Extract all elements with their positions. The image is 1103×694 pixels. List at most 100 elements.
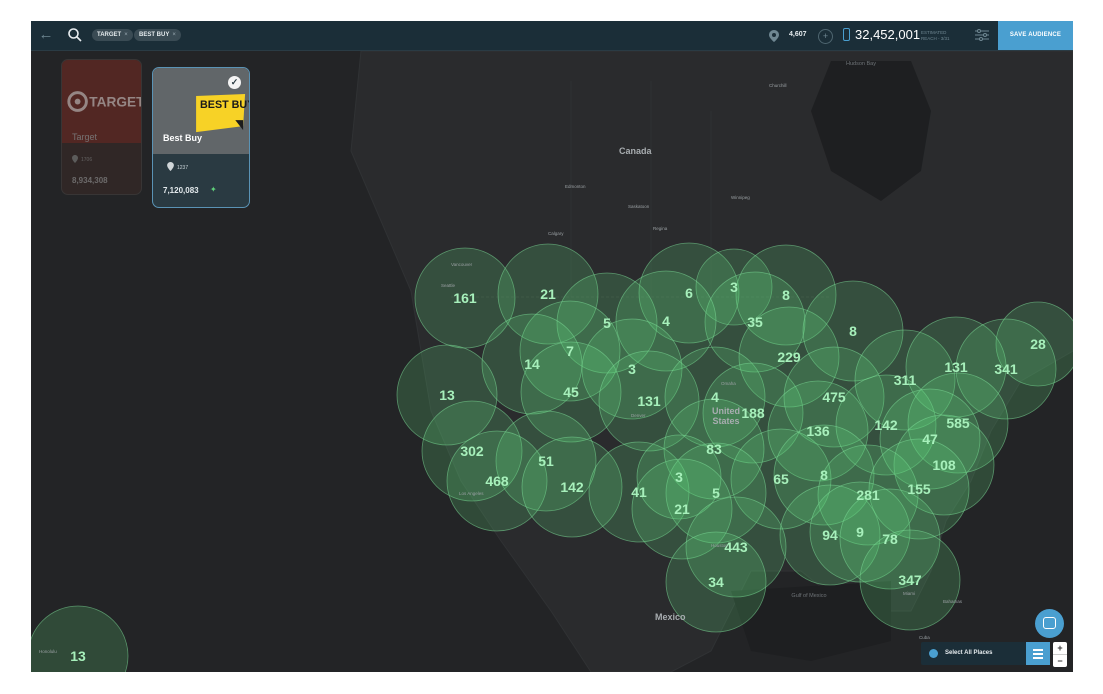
phone-icon [843, 28, 850, 41]
cluster-count: 142 [874, 417, 898, 433]
cluster-count: 41 [631, 484, 647, 500]
cluster-count: 13 [439, 387, 455, 403]
label-winnipeg: Winnipeg [731, 195, 750, 200]
cluster-count: 585 [946, 415, 970, 431]
chip-label: BEST BUY [139, 32, 170, 38]
target-logo-image: TARGET [62, 60, 141, 144]
places-count: 4,607 [789, 31, 807, 38]
back-arrow-icon[interactable]: ← [37, 27, 55, 45]
add-circle-icon[interactable]: + [818, 29, 833, 44]
estimated-reach-value: 32,452,001 [855, 27, 921, 42]
filter-chip-best-buy[interactable]: BEST BUY × [134, 29, 181, 41]
cluster-count: 9 [856, 524, 864, 540]
cluster-count: 6 [685, 285, 693, 301]
chip-remove-icon[interactable]: × [124, 32, 128, 38]
cluster-count: 3 [675, 469, 683, 485]
cluster-count: 45 [563, 384, 579, 400]
brand-card-target[interactable]: TARGET Target 1706 8,934,308 [61, 59, 142, 195]
cluster-count: 475 [822, 389, 846, 405]
zoom-out-button[interactable]: − [1053, 655, 1067, 667]
cluster-count: 21 [674, 501, 690, 517]
cluster-count: 5 [712, 485, 720, 501]
sparkle-icon: ✦ [210, 185, 217, 194]
brand-card-name: Best Buy [163, 133, 203, 143]
brand-card-name: Target [72, 132, 98, 142]
best-buy-logo-text: BEST BUY [200, 99, 249, 111]
label-regina: Regina [653, 226, 668, 231]
label-canada: Canada [619, 146, 652, 156]
cluster-count: 468 [485, 473, 509, 489]
cluster-count: 13 [70, 648, 86, 664]
cluster-count: 302 [460, 443, 484, 459]
zoom-control: + − [1053, 642, 1067, 667]
label-bahamas: Bahamas [943, 599, 963, 604]
list-view-button[interactable] [1026, 642, 1050, 665]
app-frame: 161 21 6 3 8 5 35 4 7 14 3 229 8 28 13 45 131 4 188 475 311 1… [31, 21, 1073, 672]
cluster-count: 14 [524, 356, 540, 372]
cluster-count: 4 [662, 313, 670, 329]
label-miami: Miami [903, 591, 915, 596]
sliders-icon[interactable] [975, 29, 989, 41]
cluster-count: 51 [538, 453, 554, 469]
cluster-count: 108 [932, 457, 956, 473]
cluster-count: 4 [711, 389, 719, 405]
cluster-count: 131 [944, 359, 968, 375]
select-all-label: Select All Places [945, 650, 993, 656]
cluster-count: 94 [822, 527, 838, 543]
cluster-count: 78 [882, 531, 898, 547]
cluster-count: 8 [820, 467, 828, 483]
brand-card-best-buy[interactable]: BEST BUY ✓ Best Buy 1237 7,120,083 ✦ [152, 67, 250, 208]
filter-chip-target[interactable]: TARGET × [92, 29, 133, 41]
label-houston: Houston [711, 543, 728, 548]
save-audience-button[interactable]: SAVE AUDIENCE [998, 21, 1073, 50]
label-denver: Denver [631, 413, 646, 418]
chat-button[interactable] [1035, 609, 1064, 638]
cluster-count: 8 [849, 323, 857, 339]
estimated-reach-label: ESTIMATED REACH - 3/31 [921, 30, 950, 41]
label-calgary: Calgary [548, 231, 564, 236]
cluster-count: 65 [773, 471, 789, 487]
cluster-count: 3 [628, 361, 636, 377]
selected-check-icon[interactable]: ✓ [228, 76, 241, 89]
cluster-count: 155 [907, 481, 931, 497]
toggle-dot [929, 649, 938, 658]
chip-label: TARGET [97, 32, 122, 38]
chat-icon [1043, 617, 1056, 629]
cluster-count: 229 [777, 349, 801, 365]
cluster-count: 28 [1030, 336, 1046, 352]
cluster-count: 34 [708, 574, 724, 590]
label-hudson-bay: Hudson Bay [846, 61, 876, 67]
place-pin-icon [72, 155, 78, 163]
place-pin-icon [167, 162, 174, 171]
label-mexico: Mexico [655, 612, 686, 622]
chip-remove-icon[interactable]: × [172, 32, 176, 38]
label-gulf-of-mexico: Gulf of Mexico [791, 593, 827, 599]
list-icon [1033, 649, 1043, 659]
cluster-count: 83 [706, 441, 722, 457]
top-bar: ← TARGET × BEST BUY × 4,607 + 32,452,001 E… [31, 21, 1073, 51]
brand-card-places: 1237 [177, 165, 189, 171]
brand-card-places: 1706 [81, 157, 93, 163]
target-logo-text: TARGET [89, 94, 141, 109]
label-united-states: United States [712, 406, 740, 426]
cluster-count: 311 [894, 372, 917, 388]
cluster-count: 136 [806, 423, 830, 439]
brand-card-reach: 8,934,308 [72, 176, 108, 185]
label-seattle: Seattle [441, 283, 456, 288]
search-icon[interactable] [67, 27, 83, 43]
cluster-count: 161 [453, 290, 477, 306]
cluster-count: 35 [747, 314, 763, 330]
cluster-count: 341 [994, 361, 1018, 377]
label-vancouver: Vancouver [451, 262, 473, 267]
select-all-places-toggle[interactable]: Select All Places [921, 642, 1026, 665]
cluster-count: 3 [730, 279, 738, 295]
location-pin-icon [769, 30, 779, 42]
label-honolulu: Honolulu [39, 649, 57, 654]
zoom-in-button[interactable]: + [1053, 642, 1067, 654]
label-saskatoon: Saskatoon [628, 204, 650, 209]
cluster-count: 5 [603, 315, 611, 331]
label-omaha: Omaha [721, 381, 736, 386]
brand-card-reach: 7,120,083 [163, 186, 199, 195]
cluster-count: 8 [782, 287, 790, 303]
label-los-angeles: Los Angeles [459, 491, 484, 496]
